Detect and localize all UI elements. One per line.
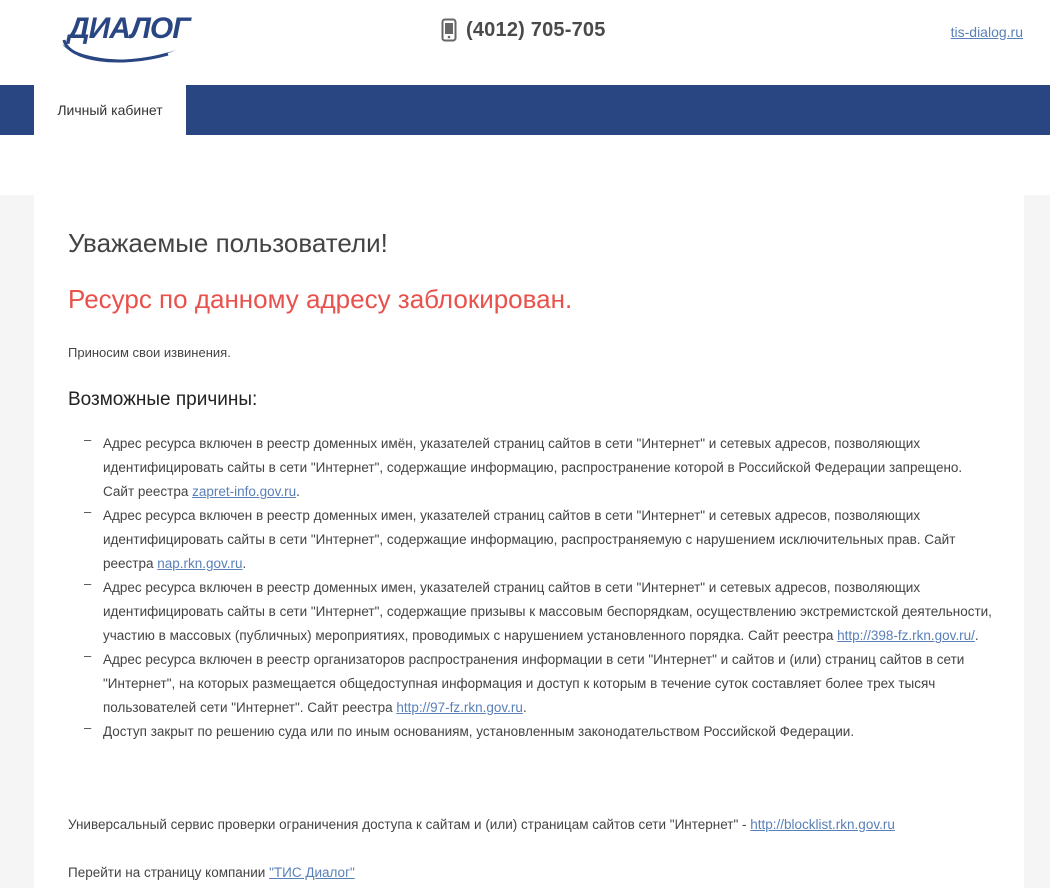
reason-end: . (522, 700, 527, 715)
reason-text: Доступ закрыт по решению суда или по ины… (103, 724, 855, 739)
blocked-heading: Ресурс по данному адресу заблокирован. (68, 284, 573, 314)
list-item: – Адрес ресурса включен в реестр доменны… (68, 576, 993, 648)
registry-link[interactable]: http://97-fz.rkn.gov.ru (396, 700, 523, 715)
service-text: Универсальный сервис проверки ограничени… (68, 817, 751, 832)
registry-link[interactable]: http://398-fz.rkn.gov.ru/ (837, 628, 975, 643)
tab-personal-account[interactable]: Личный кабинет (34, 85, 186, 135)
header: ДИАЛОГ (4012) 705-705 tis-dialog.ru (0, 0, 1050, 85)
phone-number: (4012) 705-705 (466, 18, 606, 41)
dash-bullet: – (84, 576, 92, 591)
reason-end: . (242, 556, 247, 571)
dialog-logo[interactable]: ДИАЛОГ (58, 0, 196, 64)
phone-block: (4012) 705-705 (441, 18, 606, 42)
company-line: Перейти на страницу компании "ТИС Диалог… (68, 865, 355, 880)
greeting-heading: Уважаемые пользователи! (68, 228, 388, 258)
list-item: – Адрес ресурса включен в реестр организ… (68, 648, 993, 720)
registry-link[interactable]: nap.rkn.gov.ru (157, 556, 242, 571)
company-link[interactable]: "ТИС Диалог" (269, 865, 355, 880)
service-line: Универсальный сервис проверки ограничени… (68, 817, 895, 832)
mobile-phone-icon (441, 18, 457, 42)
reason-text: Адрес ресурса включен в реестр организат… (103, 652, 965, 715)
list-item: – Адрес ресурса включен в реестр доменны… (68, 432, 993, 504)
list-item: – Доступ закрыт по решению суда или по и… (68, 720, 993, 744)
svg-text:ДИАЛОГ: ДИАЛОГ (65, 12, 192, 45)
reason-end: . (974, 628, 979, 643)
list-item: – Адрес ресурса включен в реестр доменны… (68, 504, 993, 576)
reasons-title: Возможные причины: (68, 389, 258, 410)
dash-bullet: – (84, 648, 92, 663)
dash-bullet: – (84, 432, 92, 447)
navbar: Личный кабинет (0, 85, 1050, 135)
dash-bullet: – (84, 504, 92, 519)
dash-bullet: – (84, 720, 92, 735)
reasons-list: – Адрес ресурса включен в реестр доменны… (68, 432, 993, 744)
site-link[interactable]: tis-dialog.ru (951, 24, 1023, 40)
registry-link[interactable]: zapret-info.gov.ru (192, 484, 296, 499)
blocklist-link[interactable]: http://blocklist.rkn.gov.ru (750, 817, 895, 832)
apology-text: Приносим свои извинения. (68, 345, 231, 360)
company-text: Перейти на страницу компании (68, 865, 270, 880)
reason-end: . (296, 484, 300, 499)
